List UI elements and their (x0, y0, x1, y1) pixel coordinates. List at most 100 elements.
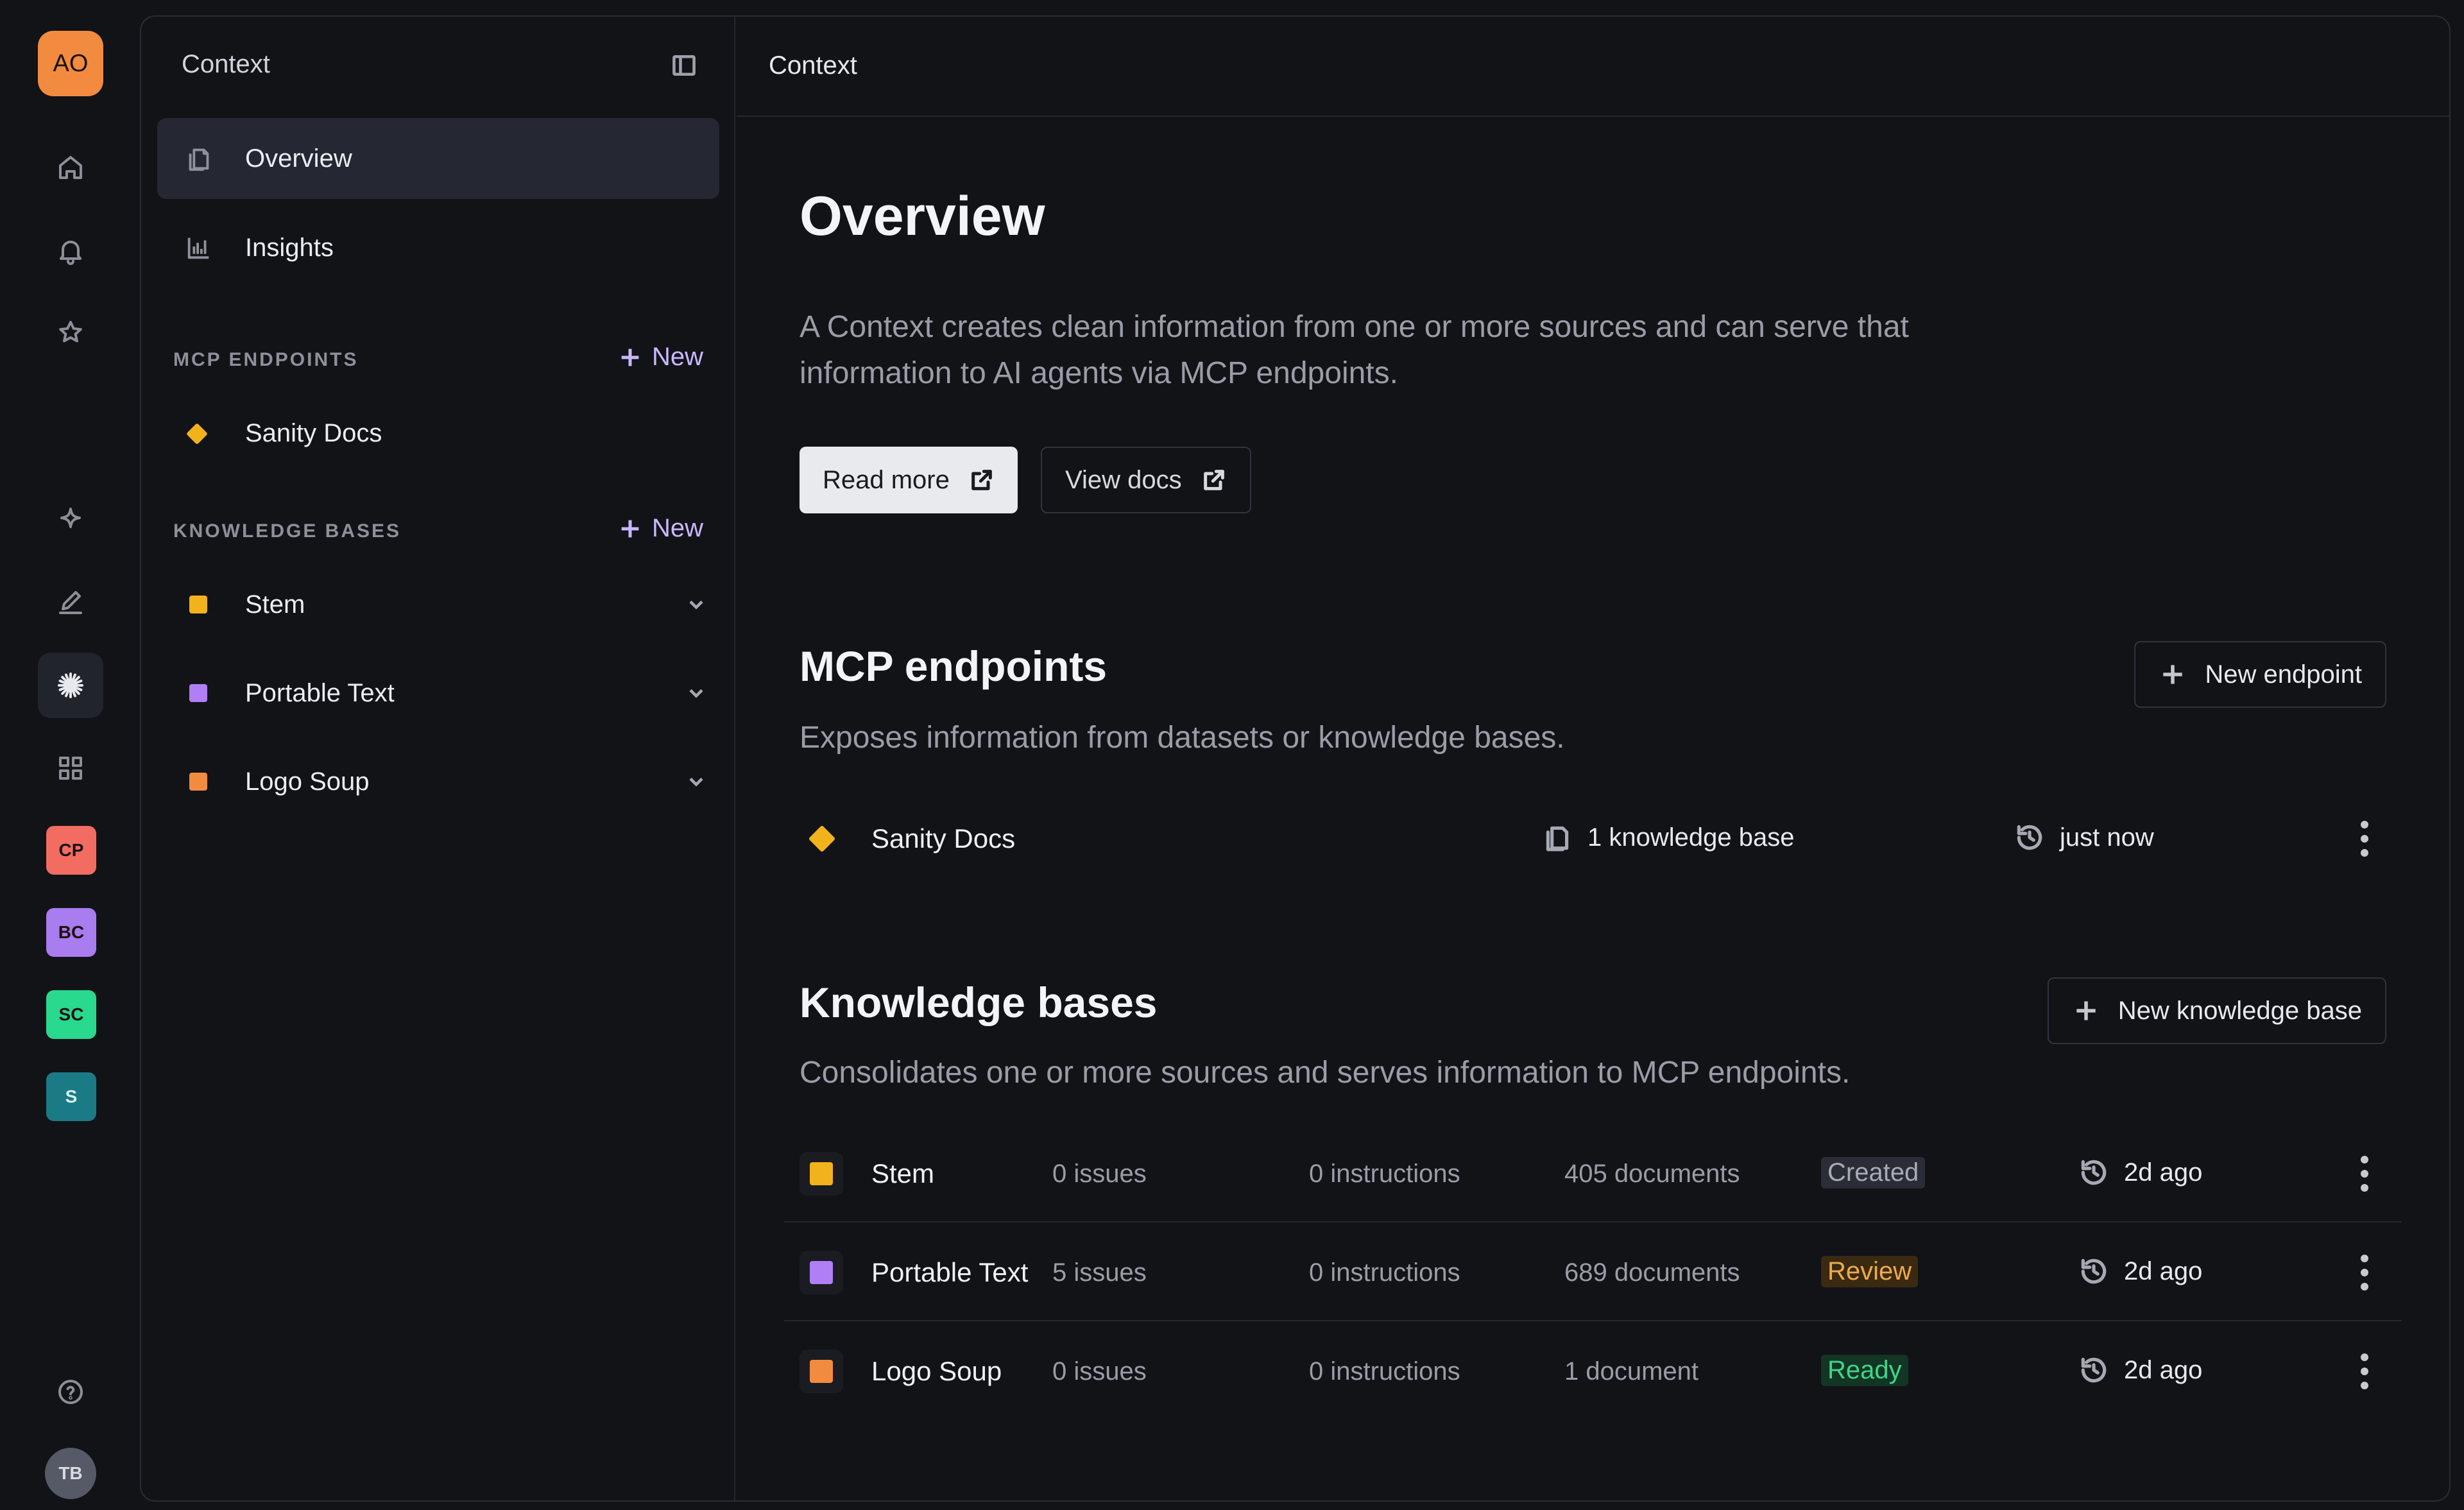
history-icon (2081, 1357, 2107, 1383)
row-name: Portable Text (871, 1257, 1029, 1287)
new-endpoint-button[interactable]: New endpoint (2134, 641, 2386, 708)
nav-item-label: Stem (245, 590, 305, 619)
kb-count: 1 knowledge base (1587, 823, 1795, 852)
knowledge-bases-section-label: KNOWLEDGE BASES (173, 520, 402, 542)
row-name: Stem (871, 1158, 935, 1188)
mcp-endpoint-row[interactable]: Sanity Docs 1 knowledge base just now (784, 790, 2402, 888)
favorites-button[interactable] (38, 300, 103, 365)
project-badge-sc[interactable]: SC (46, 990, 96, 1039)
knowledge-base-row[interactable]: Logo Soup 0 issues 0 instructions 1 docu… (784, 1323, 2402, 1420)
bar-chart-icon (184, 233, 214, 262)
kb-color-icon (189, 684, 207, 702)
nav-item-sanity-docs[interactable]: Sanity Docs (157, 393, 719, 474)
user-avatar[interactable]: TB (45, 1448, 96, 1499)
plus-icon (621, 348, 639, 366)
issues-count: 5 issues (1052, 1258, 1147, 1287)
project-badge-bc[interactable]: BC (46, 908, 96, 957)
kb-count-cell: 1 knowledge base (1541, 821, 1794, 854)
issues-count: 0 issues (1052, 1357, 1147, 1386)
edit-button[interactable] (38, 570, 103, 635)
help-icon (58, 1380, 83, 1404)
chevron-down-icon[interactable] (685, 770, 708, 793)
status-badge: Ready (1821, 1355, 1908, 1386)
content-area: Context Overview A Context creates clean… (737, 17, 2449, 1500)
mcp-endpoints-subtitle: Exposes information from datasets or kno… (800, 721, 1565, 755)
history-icon (2017, 825, 2042, 850)
read-more-button[interactable]: Read more (800, 447, 1018, 513)
sparkle-icon (60, 508, 81, 528)
new-endpoint-label: New endpoint (2205, 660, 2362, 689)
external-link-icon (1203, 470, 1224, 490)
nav-item-insights[interactable]: Insights (157, 207, 719, 288)
knowledge-bases-subtitle: Consolidates one or more sources and ser… (800, 1056, 1851, 1090)
kb-icon-wrap (800, 1350, 843, 1393)
project-initials: CP (58, 840, 84, 860)
help-button[interactable] (38, 1359, 103, 1425)
home-icon (59, 156, 82, 179)
nav-item-logo-soup[interactable]: Logo Soup (157, 741, 719, 822)
plus-icon (621, 520, 639, 537)
mcp-endpoints-section-label: MCP ENDPOINTS (173, 349, 359, 370)
instructions-count: 0 instructions (1309, 1160, 1460, 1188)
grid-icon (59, 757, 82, 780)
kb-color-icon (810, 1261, 833, 1284)
chevron-down-icon[interactable] (685, 593, 708, 616)
project-badge-cp[interactable]: CP (46, 826, 96, 875)
nav-item-overview[interactable]: Overview (157, 118, 719, 199)
status-badge: Review (1821, 1256, 1919, 1287)
updated-cell: just now (2014, 821, 2154, 854)
bell-icon (60, 241, 81, 265)
nav-item-label: Sanity Docs (245, 418, 382, 447)
nav-item-portable-text[interactable]: Portable Text (157, 653, 719, 734)
status-badge: Created (1821, 1157, 1926, 1188)
nav-header: Context (141, 17, 734, 114)
context-nav-panel: Context Overview Insights MCP ENDPOINTS … (141, 17, 735, 1500)
knowledge-base-row[interactable]: Portable Text 5 issues 0 instructions 68… (784, 1224, 2402, 1321)
chevron-down-icon[interactable] (685, 682, 708, 705)
updated-time: 2d ago (2124, 1158, 2203, 1187)
row-menu-button[interactable] (2358, 1154, 2371, 1193)
apps-button[interactable] (38, 735, 103, 801)
external-link-icon (971, 470, 992, 490)
project-initials: SC (58, 1004, 84, 1024)
new-knowledge-base-button[interactable]: New (617, 514, 703, 543)
ai-assist-button[interactable] (38, 488, 103, 553)
documents-count: 689 documents (1564, 1258, 1740, 1287)
kb-color-icon (189, 773, 207, 791)
view-docs-button[interactable]: View docs (1041, 447, 1251, 513)
project-badge-s[interactable]: S (46, 1072, 96, 1121)
documents-count: 405 documents (1564, 1160, 1740, 1188)
row-name: Sanity Docs (871, 823, 1016, 854)
nav-item-label: Insights (245, 233, 334, 262)
nav-item-label: Overview (245, 144, 352, 173)
instructions-count: 0 instructions (1309, 1258, 1460, 1287)
row-name: Logo Soup (871, 1356, 1002, 1386)
project-initials: BC (58, 922, 85, 942)
history-icon (2081, 1160, 2107, 1185)
row-menu-button[interactable] (2358, 1352, 2371, 1391)
row-menu-button[interactable] (2358, 819, 2371, 858)
home-button[interactable] (38, 135, 103, 200)
instructions-count: 0 instructions (1309, 1357, 1460, 1386)
user-initials: TB (58, 1463, 83, 1483)
collapse-panel-button[interactable] (670, 51, 698, 80)
star-icon (59, 321, 82, 343)
mcp-endpoints-heading: MCP endpoints (800, 642, 1108, 690)
documents-icon (1546, 826, 1569, 852)
mcp-endpoint-color-icon (186, 423, 208, 445)
knowledge-base-row[interactable]: Stem 0 issues 0 instructions 405 documen… (784, 1125, 2402, 1223)
updated-time: 2d ago (2124, 1257, 2203, 1285)
notifications-button[interactable] (38, 218, 103, 284)
page-description: A Context creates clean information from… (800, 310, 1909, 390)
nav-item-stem[interactable]: Stem (157, 564, 719, 645)
new-mcp-endpoint-button[interactable]: New (617, 343, 703, 372)
new-knowledge-base-button[interactable]: New knowledge base (2047, 977, 2386, 1044)
sidebar-toggle-icon (672, 55, 696, 76)
more-vertical-icon (2361, 1156, 2368, 1192)
workspace-avatar[interactable]: AO (38, 31, 103, 96)
new-button-label: New (651, 514, 703, 542)
issues-count: 0 issues (1052, 1160, 1147, 1188)
row-menu-button[interactable] (2358, 1253, 2371, 1292)
kb-color-icon (189, 596, 207, 613)
context-button[interactable] (38, 653, 103, 718)
